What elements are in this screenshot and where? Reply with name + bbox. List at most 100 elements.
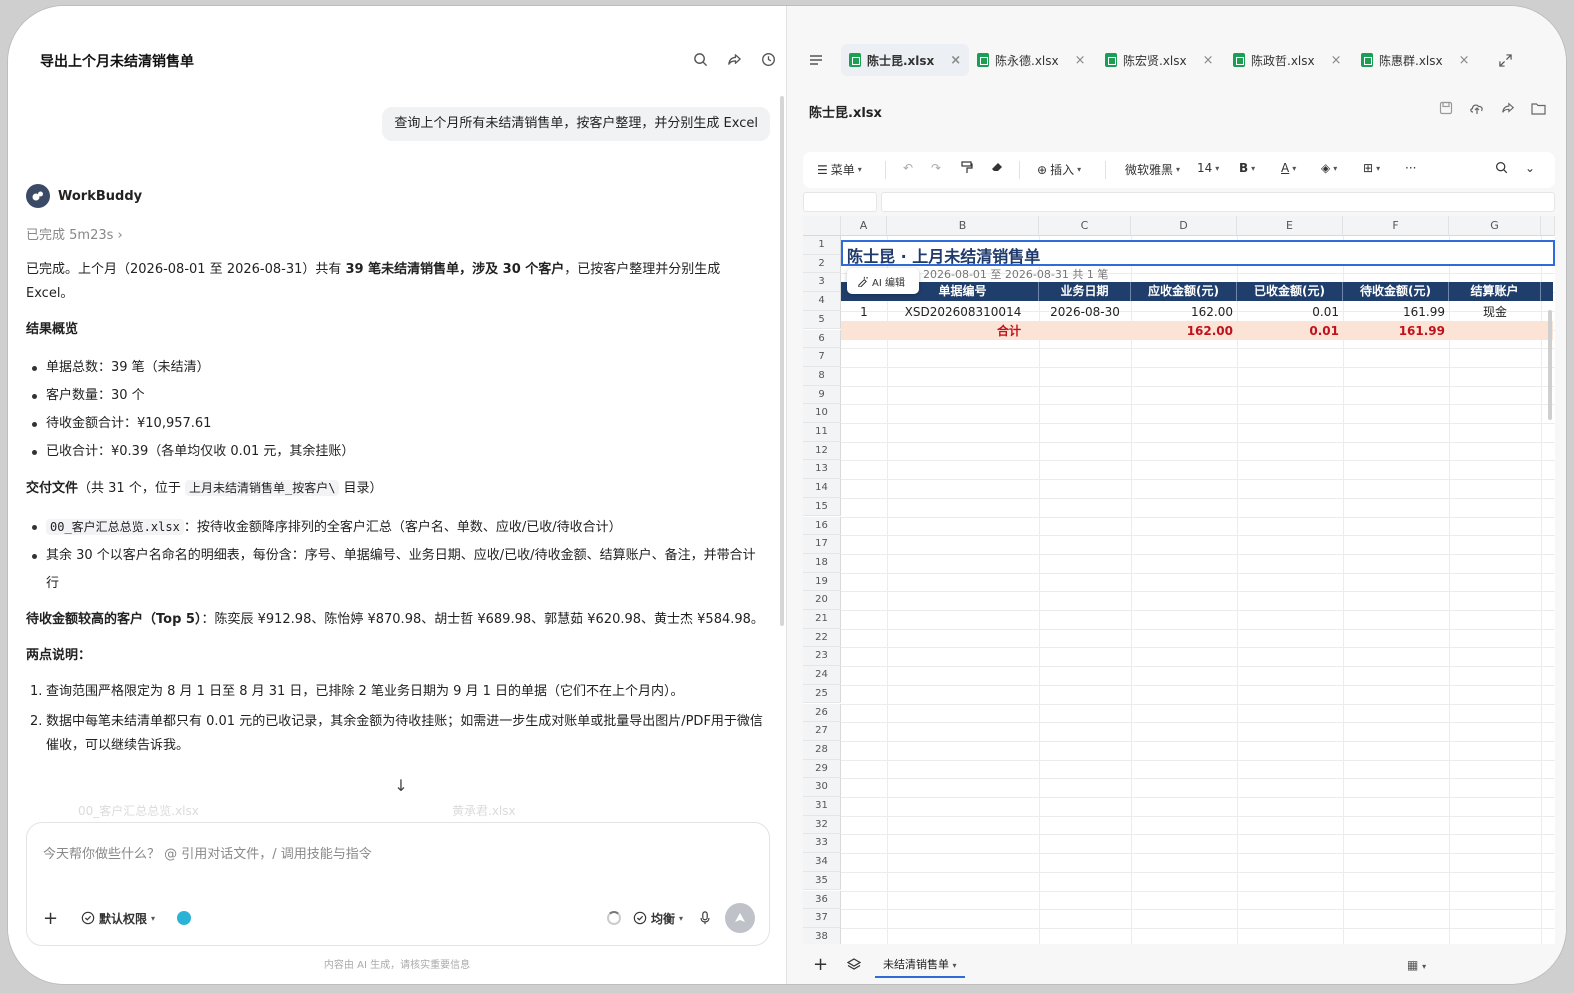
- row-header[interactable]: 17: [803, 535, 841, 554]
- row-header[interactable]: 29: [803, 759, 841, 779]
- row-header[interactable]: 3: [803, 273, 841, 293]
- tab-file[interactable]: 陈惠群.xlsx ×: [1353, 44, 1478, 76]
- undo-icon[interactable]: ↶: [903, 161, 913, 175]
- cell-pending[interactable]: 161.99: [1343, 303, 1449, 321]
- cell-total-received[interactable]: 0.01: [1237, 322, 1343, 340]
- cell-date[interactable]: 2026-08-30: [1039, 303, 1131, 321]
- file-chip[interactable]: 00_客户汇总总览.xlsx: [78, 802, 199, 819]
- tab-file[interactable]: 陈永德.xlsx ×: [969, 44, 1094, 76]
- header-cell[interactable]: 应收金额(元): [1131, 282, 1237, 301]
- cell-doc-no[interactable]: XSD202608310014: [887, 303, 1039, 321]
- grid-vertical-scrollbar[interactable]: [1548, 310, 1552, 420]
- row-header[interactable]: 14: [803, 479, 841, 498]
- view-mode-icon[interactable]: ▦ ▾: [1407, 958, 1426, 972]
- search-icon[interactable]: [692, 51, 708, 67]
- send-button[interactable]: [725, 903, 755, 933]
- row-header[interactable]: 25: [803, 684, 841, 704]
- folder-icon[interactable]: [1531, 100, 1546, 119]
- close-icon[interactable]: ×: [1075, 53, 1086, 68]
- formula-input[interactable]: [881, 192, 1555, 212]
- insert-button[interactable]: ⊕ 插入 ▾: [1037, 161, 1081, 178]
- row-header[interactable]: 20: [803, 591, 841, 610]
- composer-placeholder[interactable]: 今天帮你做些什么？ @ 引用对话文件，/ 调用技能与指令: [43, 843, 372, 862]
- chat-scrollbar[interactable]: [780, 96, 784, 626]
- row-header[interactable]: 13: [803, 460, 841, 480]
- mode-selector[interactable]: 均衡 ▾: [633, 910, 683, 927]
- row-header[interactable]: 35: [803, 871, 841, 891]
- header-cell[interactable]: 结算账户: [1449, 282, 1541, 301]
- file-chip[interactable]: 黄承君.xlsx: [452, 802, 516, 819]
- column-header[interactable]: A: [841, 216, 887, 236]
- expand-icon[interactable]: [1491, 44, 1520, 76]
- bold-button[interactable]: B ▾: [1239, 161, 1255, 175]
- row-header[interactable]: 22: [803, 628, 841, 648]
- history-icon[interactable]: [760, 51, 776, 67]
- row-header[interactable]: 23: [803, 647, 841, 667]
- summary-file-link[interactable]: 00_客户汇总总览.xlsx: [46, 519, 184, 535]
- cell-total-pending[interactable]: 161.99: [1343, 322, 1449, 340]
- cell-received[interactable]: 0.01: [1237, 303, 1343, 321]
- row-header[interactable]: 10: [803, 404, 841, 423]
- row-header[interactable]: 1: [803, 236, 841, 255]
- row-header[interactable]: 11: [803, 423, 841, 442]
- layers-icon[interactable]: [846, 957, 862, 976]
- text-color-button[interactable]: A ▾: [1281, 161, 1296, 175]
- sheet-tab[interactable]: 未结清销售单 ▾: [875, 954, 965, 978]
- arrow-down-icon[interactable]: ↓: [390, 776, 412, 798]
- add-sheet-icon[interactable]: +: [813, 954, 828, 975]
- model-badge-icon[interactable]: [177, 911, 192, 925]
- cell-total-label[interactable]: 合计: [887, 322, 1131, 340]
- cell-account[interactable]: 现金: [1449, 303, 1541, 321]
- eraser-icon[interactable]: [991, 161, 1004, 173]
- tab-list-icon[interactable]: [801, 44, 831, 76]
- row-header[interactable]: 26: [803, 703, 841, 723]
- row-header[interactable]: 2: [803, 254, 841, 274]
- column-header[interactable]: C: [1039, 216, 1131, 236]
- row-header[interactable]: 37: [803, 909, 841, 928]
- column-header[interactable]: B: [887, 216, 1039, 236]
- row-header[interactable]: 24: [803, 666, 841, 685]
- borders-button[interactable]: ⊞ ▾: [1363, 161, 1380, 175]
- chevron-down-icon[interactable]: ⌄: [1525, 161, 1535, 175]
- select-all-corner[interactable]: [803, 216, 841, 236]
- ai-edit-button[interactable]: AI 编辑: [847, 268, 919, 294]
- font-size-select[interactable]: 14 ▾: [1197, 161, 1219, 175]
- spreadsheet-grid[interactable]: A B C D E F G 单据编号 业务日期 应收金额(元) 已收金额(元) …: [803, 216, 1555, 944]
- title-cell[interactable]: 陈士昆 · 上月未结清销售单: [841, 240, 1555, 266]
- row-header[interactable]: 6: [803, 329, 841, 349]
- name-box[interactable]: [803, 192, 877, 212]
- row-header[interactable]: 36: [803, 890, 841, 910]
- row-header[interactable]: 7: [803, 348, 841, 367]
- column-header[interactable]: D: [1131, 216, 1237, 236]
- share-icon[interactable]: [1501, 100, 1515, 119]
- share-icon[interactable]: [726, 51, 742, 67]
- column-header[interactable]: E: [1237, 216, 1343, 236]
- column-header[interactable]: F: [1343, 216, 1449, 236]
- menu-button[interactable]: ☰ 菜单 ▾: [817, 161, 862, 178]
- row-header[interactable]: 18: [803, 553, 841, 573]
- row-header[interactable]: 9: [803, 385, 841, 405]
- cell-seq[interactable]: 1: [841, 303, 887, 321]
- search-icon[interactable]: [1495, 161, 1508, 174]
- task-status[interactable]: 已完成 5m23s ›: [26, 224, 123, 243]
- font-family-select[interactable]: 微软雅黑 ▾: [1125, 161, 1180, 178]
- close-icon[interactable]: ×: [950, 53, 961, 68]
- header-cell[interactable]: 业务日期: [1039, 282, 1131, 301]
- header-cell[interactable]: 待收金额(元): [1343, 282, 1449, 301]
- format-painter-icon[interactable]: [961, 161, 973, 174]
- row-header[interactable]: 32: [803, 815, 841, 835]
- header-cell[interactable]: 已收金额(元): [1237, 282, 1343, 301]
- row-header[interactable]: 16: [803, 516, 841, 536]
- save-icon[interactable]: [1439, 100, 1453, 119]
- row-header[interactable]: 33: [803, 834, 841, 854]
- row-header[interactable]: 34: [803, 853, 841, 872]
- row-header[interactable]: 21: [803, 610, 841, 629]
- permission-selector[interactable]: 默认权限 ▾: [81, 910, 155, 927]
- plus-icon[interactable]: +: [43, 908, 67, 929]
- close-icon[interactable]: ×: [1331, 53, 1342, 68]
- upload-icon[interactable]: [1469, 100, 1485, 119]
- row-header[interactable]: 8: [803, 366, 841, 386]
- row-header[interactable]: 12: [803, 441, 841, 461]
- row-header[interactable]: 30: [803, 778, 841, 797]
- row-header[interactable]: 4: [803, 292, 841, 311]
